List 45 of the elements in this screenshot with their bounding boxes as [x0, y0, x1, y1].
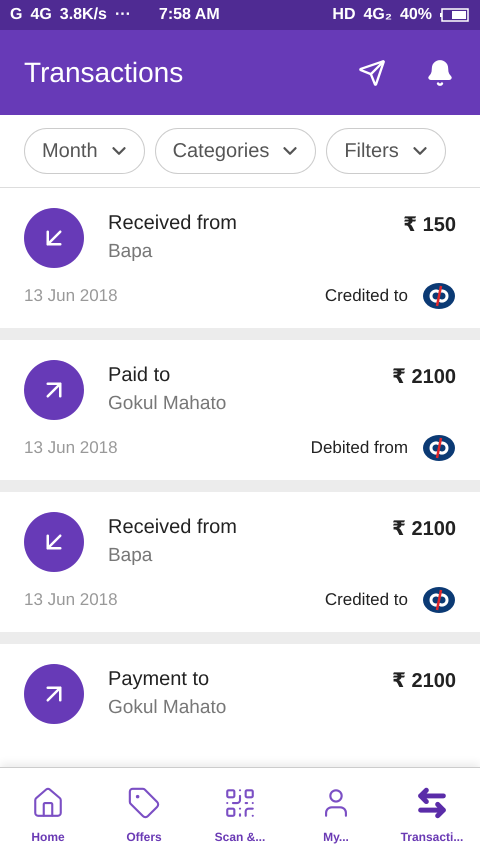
transaction-title: Received from: [108, 516, 238, 539]
battery-icon: [440, 8, 470, 22]
transaction-title: Received from: [108, 212, 238, 235]
status-text: 40%: [400, 6, 432, 24]
page-title: Transactions: [24, 56, 184, 88]
transaction-amount: ₹ 2100: [392, 669, 456, 693]
account-label: Credited to: [324, 590, 408, 610]
transaction-card[interactable]: Paid to Gokul Mahato ₹ 2100 13 Jun 2018 Debited from: [0, 340, 480, 480]
status-text: 4G₂: [364, 6, 392, 24]
bank-logo-icon: [422, 434, 456, 462]
notifications-button[interactable]: [426, 58, 454, 86]
transaction-title: Paid to: [108, 364, 172, 387]
account-label: Credited to: [324, 286, 408, 306]
nav-tab[interactable]: Offers: [96, 768, 192, 854]
transaction-card[interactable]: Received from Bapa ₹ 2100 13 Jun 2018 Credited to: [0, 492, 480, 632]
status-text: G: [10, 6, 22, 24]
status-text: ···: [114, 6, 131, 24]
account-label: Debited from: [310, 438, 408, 458]
filter-dropdown[interactable]: Categories: [154, 128, 316, 174]
bank-logo-icon: [422, 586, 456, 614]
transaction-amount: ₹ 2100: [392, 517, 456, 541]
transaction-party: Gokul Mahato: [108, 697, 228, 719]
filter-dropdown[interactable]: Month: [24, 128, 145, 174]
transaction-date: 13 Jun 2018: [24, 286, 119, 306]
nav-tab[interactable]: My...: [288, 768, 384, 854]
nav-tab[interactable]: Home: [0, 768, 96, 854]
nav-tab[interactable]: Scan &...: [192, 768, 288, 854]
transaction-party: Bapa: [108, 241, 154, 263]
transaction-amount: ₹ 150: [403, 213, 456, 237]
bank-logo-icon: [422, 282, 456, 310]
transaction-card[interactable]: Payment to Gokul Mahato ₹ 2100: [0, 644, 480, 767]
transaction-title: Payment to: [108, 668, 210, 691]
status-text: HD: [332, 6, 356, 24]
status-time: 7:58 AM: [158, 6, 220, 24]
filter-dropdown[interactable]: Filters: [326, 128, 446, 174]
status-text: 3.8K/s: [60, 6, 107, 24]
transaction-card[interactable]: Received from Bapa ₹ 150 13 Jun 2018 Credited to: [0, 188, 480, 328]
transaction-amount: ₹ 2100: [392, 365, 456, 389]
send-button[interactable]: [358, 58, 386, 86]
transaction-party: Bapa: [108, 545, 154, 567]
transaction-date: 13 Jun 2018: [24, 590, 119, 610]
transaction-date: 13 Jun 2018: [24, 438, 119, 458]
transaction-party: Gokul Mahato: [108, 393, 228, 415]
nav-tab[interactable]: Transacti...: [384, 768, 480, 854]
status-text: 4G: [30, 6, 52, 24]
